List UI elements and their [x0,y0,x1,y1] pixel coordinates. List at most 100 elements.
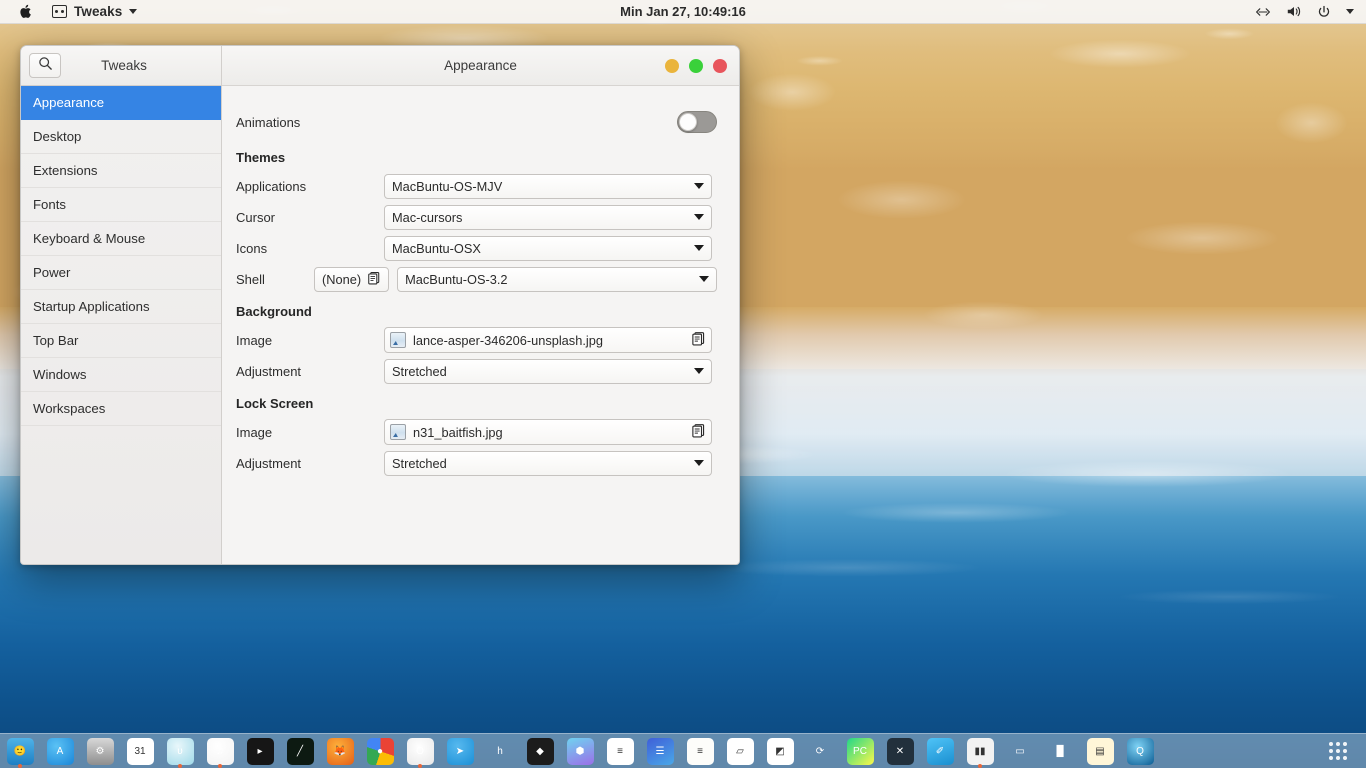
chevron-down-icon [694,183,704,189]
dock-item-calendar[interactable]: 31 [120,734,160,768]
applications-theme-row: Applications MacBuntu-OS-MJV [236,171,717,201]
dock-item-chrome[interactable]: ● [360,734,400,768]
sidebar-item-label: Keyboard & Mouse [33,231,146,246]
dock-item-image-editor[interactable]: ◩ [760,734,800,768]
icons-theme-dropdown[interactable]: MacBuntu-OSX [384,235,712,261]
network-icon[interactable] [1255,6,1271,18]
hexagon-app-icon: ⬢ [566,737,594,765]
system-tray [1255,5,1354,19]
blue-book-icon: ☰ [646,737,674,765]
background-image-chooser[interactable]: lance-asper-346206-unsplash.jpg [384,327,712,353]
content-pane: Appearance Animations Themes Application… [222,46,739,564]
sidebar-item-label: Power [33,265,71,280]
image-editor-icon: ◩ [766,737,794,765]
themes-heading: Themes [236,150,286,165]
applications-theme-value: MacBuntu-OS-MJV [392,178,503,194]
background-adjustment-dropdown[interactable]: Stretched [384,358,712,384]
dock-item-quicktime[interactable]: Q [1120,734,1160,768]
terminal-icon: ▸ [246,737,274,765]
sidebar-item-keyboard-and-mouse[interactable]: Keyboard & Mouse [21,222,221,256]
dock-item-pycharm[interactable]: PC [840,734,880,768]
cursor-theme-row: Cursor Mac-cursors [236,202,717,232]
dock-item-audio-rack[interactable]: ▮▮ [960,734,1000,768]
jpg-thumbnail-icon [390,332,406,348]
applications-theme-dropdown[interactable]: MacBuntu-OS-MJV [384,173,712,199]
chevron-down-icon [694,368,704,374]
calendar-icon: 31 [126,737,154,765]
finder-icon: 🙂 [6,737,34,765]
dock-item-blue-book[interactable]: ☰ [640,734,680,768]
shell-theme-row: Shell (None) MacBuntu-OS-3.2 [236,264,717,294]
lockscreen-image-chooser[interactable]: n31_baitfish.jpg [384,419,712,445]
sidebar-item-power[interactable]: Power [21,256,221,290]
sidebar-item-fonts[interactable]: Fonts [21,188,221,222]
document-icon[interactable] [691,331,706,349]
maximize-button[interactable] [689,58,703,73]
shell-theme-dropdown[interactable]: MacBuntu-OS-3.2 [397,266,717,292]
sidebar-item-windows[interactable]: Windows [21,358,221,392]
dock-item-audio-mixer[interactable]: ᴜ [160,734,200,768]
dock-item-paper-stack[interactable]: ▱ [720,734,760,768]
tray-chevron-down-icon[interactable] [1346,9,1354,14]
running-indicator [978,763,982,768]
sidebar-item-label: Workspaces [33,401,106,416]
system-settings-icon: ⚙ [86,737,114,765]
dock-item-system-monitor[interactable]: ╱ [280,734,320,768]
active-app-menu[interactable]: Tweaks [52,4,138,19]
applications-label: Applications [236,178,307,194]
cursor-theme-dropdown[interactable]: Mac-cursors [384,204,712,230]
jpg-thumbnail-icon [390,424,406,440]
sidebar-item-top-bar[interactable]: Top Bar [21,324,221,358]
lockscreen-heading: Lock Screen [236,396,314,411]
app-grid-launcher[interactable] [1318,734,1358,768]
dock-item-opera[interactable]: O [400,734,440,768]
notes-icon: ≡ [606,737,634,765]
dock-item-finder[interactable]: 🙂 [0,734,40,768]
dock-item-app-store[interactable]: A [40,734,80,768]
shell-none-button[interactable]: (None) [314,266,390,292]
search-button[interactable] [29,53,61,78]
tweaks-app-icon [52,5,67,18]
running-indicator [178,763,182,768]
power-icon[interactable] [1317,5,1331,19]
title-bar: Appearance [222,46,739,86]
dock-item-music[interactable]: ♫ [200,734,240,768]
sidebar-item-workspaces[interactable]: Workspaces [21,392,221,426]
brush-app-icon: ✐ [926,737,954,765]
document-icon[interactable] [691,423,706,441]
dock-item-telegram[interactable]: ➤ [440,734,480,768]
dock-item-hexagon-app[interactable]: ⬢ [560,734,600,768]
page-title: Appearance [444,58,517,73]
sidebar-header: Tweaks [21,46,221,86]
dock-item-notepad[interactable]: ≡ [680,734,720,768]
dock-item-brush-app[interactable]: ✐ [920,734,960,768]
dock-item-document[interactable]: ▤ [1080,734,1120,768]
dock-item-handbrake[interactable]: h [480,734,520,768]
audio-mixer-icon: ᴜ [166,737,194,765]
volume-icon[interactable] [1286,5,1302,18]
dock-item-presentation[interactable]: ▭ [1000,734,1040,768]
dock-item-firefox[interactable]: 🦊 [320,734,360,768]
dock-item-sync[interactable]: ⟳ [800,734,840,768]
clock[interactable]: Min Jan 27, 10:49:16 [0,4,1366,19]
chevron-down-icon[interactable] [129,9,138,14]
sync-icon: ⟳ [815,745,825,757]
sidebar-item-desktop[interactable]: Desktop [21,120,221,154]
top-bar: Tweaks Min Jan 27, 10:49:16 [0,0,1366,24]
sidebar-item-startup-applications[interactable]: Startup Applications [21,290,221,324]
dock-item-inkscape[interactable]: ◆ [520,734,560,768]
apple-logo-icon[interactable] [16,4,36,19]
sidebar-item-appearance[interactable]: Appearance [21,86,221,120]
cursor-label: Cursor [236,209,276,225]
dock-item-notes[interactable]: ≡ [600,734,640,768]
dock-item-terminal[interactable]: ▸ [240,734,280,768]
minimize-button[interactable] [665,58,679,73]
lockscreen-adjustment-dropdown[interactable]: Stretched [384,450,712,476]
animations-toggle[interactable] [677,111,717,133]
dock-item-charts[interactable]: █ [1040,734,1080,768]
dock-item-vscode[interactable]: ✕ [880,734,920,768]
notepad-icon: ≡ [686,737,714,765]
close-button[interactable] [713,58,727,73]
sidebar-item-extensions[interactable]: Extensions [21,154,221,188]
dock-item-system-settings[interactable]: ⚙ [80,734,120,768]
